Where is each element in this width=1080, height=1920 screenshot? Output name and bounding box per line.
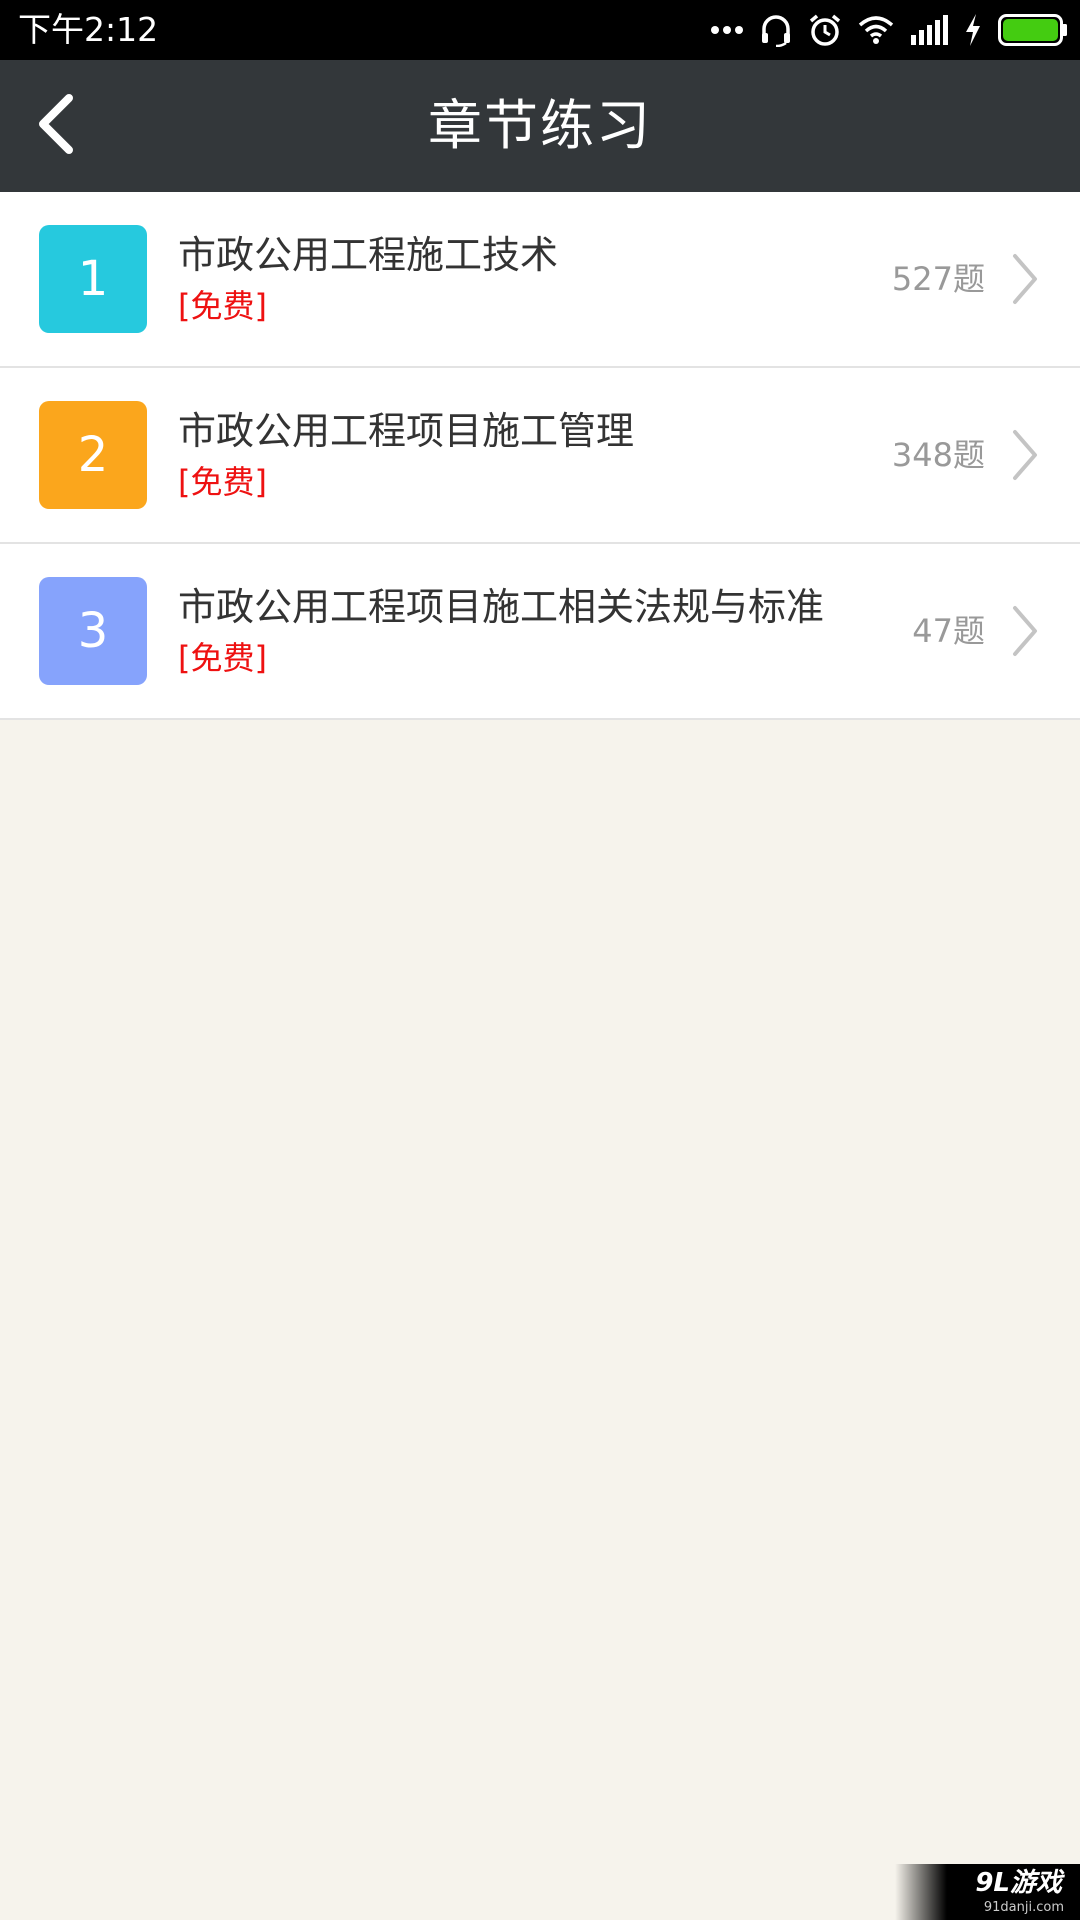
chapter-number-badge: 3 (39, 577, 147, 685)
chevron-right-icon (1010, 428, 1040, 482)
chapter-title: 市政公用工程项目施工管理 (178, 409, 635, 453)
chapter-number-badge: 1 (39, 225, 147, 333)
more-dots-icon (710, 24, 744, 36)
chevron-right-icon (1010, 252, 1040, 306)
question-count: 47题 (912, 612, 985, 650)
free-tag: [免费] (178, 639, 267, 677)
chapter-item-1[interactable]: 1 市政公用工程施工技术 [免费] 527题 (0, 192, 1080, 368)
battery-icon (998, 14, 1068, 46)
watermark: 9L游戏 91danji.com (895, 1864, 1080, 1920)
battery-level (1003, 19, 1058, 41)
charging-bolt-icon (964, 14, 982, 46)
signal-icon (910, 15, 948, 45)
chapter-list: 1 市政公用工程施工技术 [免费] 527题 2 市政公用工程项目施工管理 [免… (0, 192, 1080, 720)
chapter-item-3[interactable]: 3 市政公用工程项目施工相关法规与标准 [免费] 47题 (0, 544, 1080, 720)
status-icons (710, 10, 1068, 50)
chapter-number-badge: 2 (39, 401, 147, 509)
wifi-icon (858, 15, 894, 45)
alarm-clock-icon (808, 13, 842, 47)
watermark-logo: 9L游戏 (975, 1868, 1062, 1898)
chapter-title: 市政公用工程项目施工相关法规与标准 (178, 585, 825, 629)
status-time: 下午2:12 (18, 10, 159, 49)
status-bar: 下午2:12 (0, 0, 1080, 60)
question-count: 348题 (891, 436, 985, 474)
chapter-title: 市政公用工程施工技术 (178, 233, 559, 277)
title-bar: 章节练习 (0, 60, 1080, 192)
headset-icon (760, 13, 792, 47)
question-count: 527题 (891, 260, 985, 298)
chapter-item-2[interactable]: 2 市政公用工程项目施工管理 [免费] 348题 (0, 368, 1080, 544)
chevron-right-icon (1010, 604, 1040, 658)
free-tag: [免费] (178, 463, 267, 501)
free-tag: [免费] (178, 287, 267, 325)
page-title: 章节练习 (428, 94, 652, 157)
watermark-url: 91danji.com (983, 1900, 1064, 1915)
